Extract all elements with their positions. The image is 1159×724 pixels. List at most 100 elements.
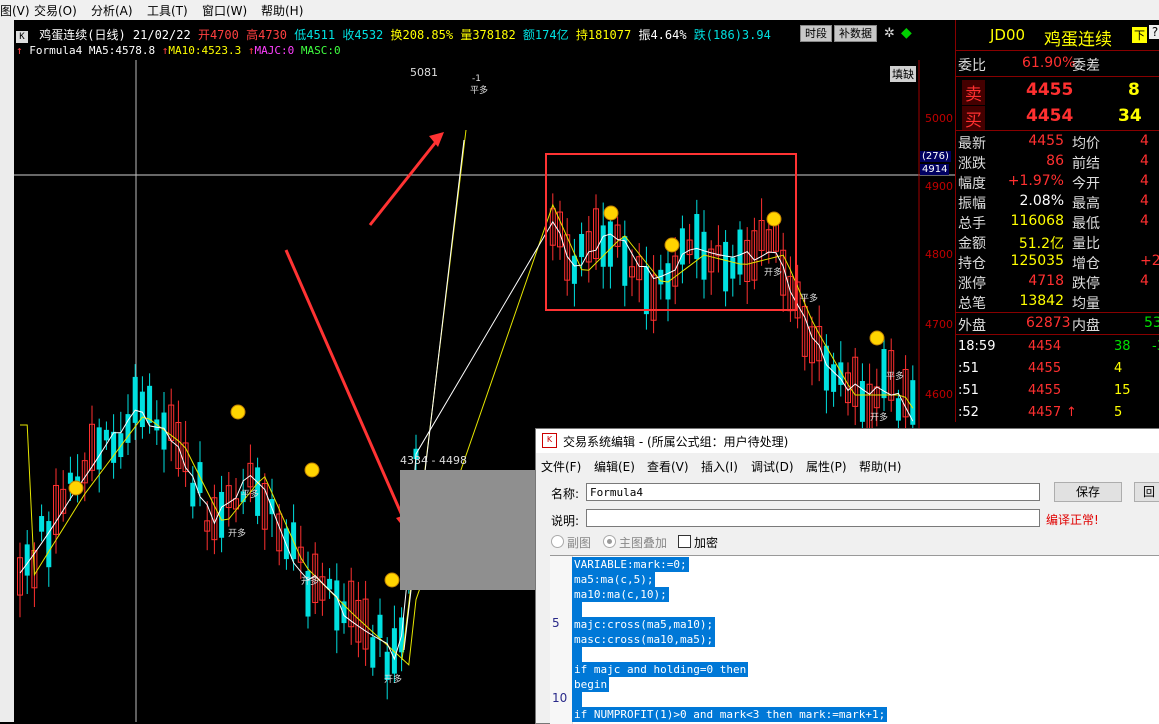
candle-body bbox=[737, 229, 743, 275]
menu-help[interactable]: 帮助(H) bbox=[261, 2, 303, 19]
buy-qty: 34 bbox=[1118, 106, 1142, 126]
stat-row: 涨停 4718 跌停 4 bbox=[956, 272, 1159, 292]
stat-value2: +22 bbox=[1140, 253, 1159, 269]
tick-extra: -3 bbox=[1152, 339, 1159, 354]
code-line[interactable]: ma10:ma(c,10); bbox=[572, 587, 669, 602]
fill-gap-button[interactable]: 填缺 bbox=[890, 66, 916, 82]
cursor-price-label: 4914 bbox=[920, 164, 950, 175]
candle-body bbox=[24, 544, 30, 576]
annotation-arrow-up bbox=[368, 137, 441, 226]
panel-collapse-button[interactable]: ? bbox=[1149, 25, 1159, 39]
holding: 持181077 bbox=[575, 28, 632, 42]
tick-arrow-icon: ↑ bbox=[1066, 405, 1077, 420]
signal-label: 开多 bbox=[384, 675, 403, 685]
tick-row: :52 4457 ↑ 5 bbox=[956, 404, 1159, 424]
signal-label: 平多 bbox=[886, 372, 905, 382]
divider bbox=[956, 76, 1159, 77]
candle-body bbox=[377, 614, 383, 639]
code-line[interactable]: VARIABLE:mark:=0; bbox=[572, 557, 689, 572]
outer-label: 外盘 bbox=[958, 318, 986, 334]
candle-body bbox=[579, 233, 585, 258]
volume: 量378182 bbox=[460, 28, 516, 42]
line-number: 10 bbox=[552, 691, 568, 705]
diamond-icon[interactable]: ◆ bbox=[901, 25, 912, 41]
stat-value2: 4 bbox=[1140, 133, 1149, 149]
signal-label: 平多 bbox=[470, 86, 489, 96]
signal-label: 平多 bbox=[800, 294, 819, 304]
stat-label2: 最高 bbox=[1072, 196, 1100, 212]
tick-row: :51 4455 4 bbox=[956, 360, 1159, 380]
tick-time: 18:59 bbox=[958, 339, 996, 354]
fill-data-button[interactable]: 补数据 bbox=[834, 25, 877, 42]
price-tick: 5000 bbox=[925, 112, 953, 125]
radio-sub[interactable] bbox=[551, 535, 564, 548]
dlg-menu-edit[interactable]: 编辑(E) bbox=[594, 458, 635, 475]
smiley-icon bbox=[603, 205, 619, 221]
candle-body bbox=[103, 429, 109, 441]
candle-body bbox=[723, 241, 729, 292]
stat-row: 持仓 125035 增仓 +22 bbox=[956, 252, 1159, 272]
code-line[interactable]: begin bbox=[572, 677, 610, 692]
weibi-value: 61.90% bbox=[1022, 55, 1076, 71]
code-line[interactable]: masc:cross(ma10,ma5); bbox=[572, 632, 716, 647]
stat-label2: 增仓 bbox=[1072, 256, 1100, 272]
candle-body bbox=[391, 628, 397, 674]
gear-icon[interactable]: ✲ bbox=[884, 26, 895, 41]
dlg-menu-view[interactable]: 查看(V) bbox=[647, 458, 689, 475]
sell-price: 4455 bbox=[1026, 80, 1074, 100]
radio-main-overlay[interactable] bbox=[603, 535, 616, 548]
radio-main-label: 主图叠加 bbox=[619, 536, 668, 550]
stat-label: 涨跌 bbox=[958, 156, 986, 172]
compile-status: 编译正常! bbox=[1046, 513, 1099, 527]
close-price: 收4532 bbox=[342, 28, 384, 42]
menu-view[interactable]: 图(V) bbox=[0, 2, 30, 19]
stat-label2: 量比 bbox=[1072, 236, 1100, 252]
code-line[interactable]: majc:cross(ma5,ma10); bbox=[572, 617, 716, 632]
turnover: 换208.85% bbox=[390, 28, 454, 42]
menu-tools[interactable]: 工具(T) bbox=[147, 2, 188, 19]
code-line[interactable]: if NUMPROFIT(1)>0 and mark<3 then mark:=… bbox=[572, 707, 888, 722]
code-line[interactable] bbox=[572, 602, 582, 617]
ma5-value: MA5:4578.8 bbox=[88, 44, 156, 57]
dlg-menu-debug[interactable]: 调试(D) bbox=[751, 458, 794, 475]
code-line[interactable]: if majc and holding=0 then bbox=[572, 662, 749, 677]
majc-value: MAJC:0 bbox=[254, 44, 295, 57]
divider bbox=[956, 334, 1159, 335]
name-field[interactable]: Formula4 bbox=[586, 483, 1040, 501]
timeframe-button[interactable]: 时段 bbox=[800, 25, 832, 42]
encrypt-checkbox[interactable] bbox=[678, 535, 691, 548]
save-button[interactable]: 保存 bbox=[1054, 482, 1122, 502]
divider bbox=[956, 130, 1159, 131]
tick-price: 4457 bbox=[1028, 405, 1062, 420]
menu-analysis[interactable]: 分析(A) bbox=[91, 2, 133, 19]
name-label: 名称: bbox=[551, 487, 580, 501]
menu-window[interactable]: 窗口(W) bbox=[202, 2, 247, 19]
stat-row: 金额 51.2亿 量比 bbox=[956, 232, 1159, 252]
dlg-menu-properties[interactable]: 属性(P) bbox=[806, 458, 847, 475]
smiley-icon bbox=[869, 330, 885, 346]
dlg-menu-insert[interactable]: 插入(I) bbox=[701, 458, 738, 475]
price-tick: 4800 bbox=[925, 248, 953, 261]
sell-qty: 8 bbox=[1128, 80, 1140, 100]
stat-value2: 4 bbox=[1140, 193, 1149, 209]
code-line[interactable] bbox=[572, 692, 582, 707]
desc-field[interactable] bbox=[586, 509, 1040, 527]
stat-label: 振幅 bbox=[958, 196, 986, 212]
tag-badge[interactable]: 下 bbox=[1132, 27, 1147, 43]
candle-body bbox=[831, 364, 837, 392]
code-editor[interactable]: 5 10 VARIABLE:mark:=0; ma5:ma(c,5); ma10… bbox=[550, 555, 1159, 724]
dlg-menu-file[interactable]: 文件(F) bbox=[541, 458, 581, 475]
code-line[interactable]: ma5:ma(c,5); bbox=[572, 572, 656, 587]
menu-trade[interactable]: 交易(O) bbox=[34, 2, 77, 19]
candle-body bbox=[39, 516, 45, 532]
signal-label: 开多 bbox=[228, 529, 247, 539]
candle-body bbox=[46, 521, 52, 568]
candle-body bbox=[643, 266, 649, 315]
stat-value2: 4 bbox=[1140, 153, 1149, 169]
code-line[interactable] bbox=[572, 647, 582, 662]
k-button[interactable]: K bbox=[16, 31, 28, 43]
stat-value2: 4 bbox=[1140, 173, 1149, 189]
dlg-menu-help[interactable]: 帮助(H) bbox=[859, 458, 901, 475]
buy-price: 4454 bbox=[1026, 106, 1074, 126]
cut-button[interactable]: 回 bbox=[1134, 482, 1159, 502]
